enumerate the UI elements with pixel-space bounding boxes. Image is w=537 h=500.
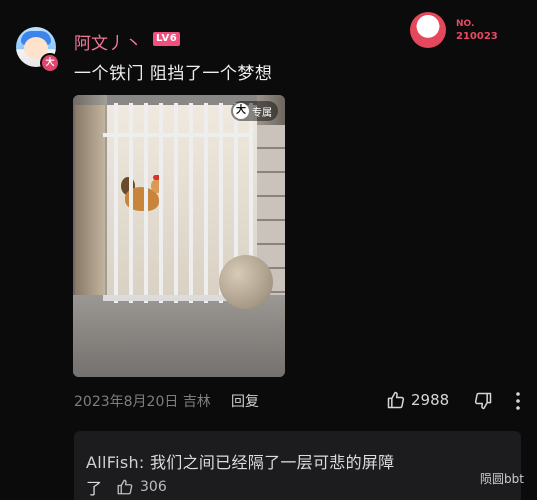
username[interactable]: 阿文丿丶 [74, 29, 142, 54]
fan-mascot-icon [410, 12, 446, 48]
thumbs-up-icon [387, 391, 405, 409]
comment-meta: 2023年8月20日 吉林 [74, 391, 211, 411]
reply-text-line1: 我们之间已经隔了一层可悲的屏障 [144, 453, 395, 472]
video-gate-rail-top [103, 133, 253, 137]
watermark: 陨圆bbt [480, 472, 524, 486]
video-thumbnail[interactable]: 大 专属 [73, 95, 285, 377]
reply-footer: 了 306 [86, 475, 167, 499]
video-ball [219, 255, 273, 309]
reply-like-count: 306 [140, 479, 167, 495]
reply-text: AllFish: 我们之间已经隔了一层可悲的屏障 [86, 449, 394, 473]
exclusive-label: 专属 [252, 107, 272, 119]
fan-badge-label: NO. [456, 19, 475, 29]
reply-button[interactable]: 回复 [231, 391, 259, 411]
more-vertical-icon[interactable] [510, 389, 526, 413]
comment-date: 2023年8月20日 [74, 394, 179, 410]
reply-preview[interactable]: AllFish: 我们之间已经隔了一层可悲的屏障 了 306 [74, 431, 521, 500]
avatar-badge: 大 [40, 53, 60, 73]
reply-author[interactable]: AllFish: [86, 453, 145, 472]
like-button[interactable]: 2988 [386, 390, 449, 410]
exclusive-badge: 大 专属 [231, 101, 278, 121]
comment-text: 一个铁门 阻挡了一个梦想 [74, 64, 273, 84]
exclusive-icon: 大 [233, 103, 249, 119]
fan-medal-badge[interactable]: NO. 210023 [410, 12, 500, 48]
thumbs-down-icon[interactable] [473, 391, 493, 411]
level-badge: LV6 [153, 32, 181, 46]
reply-text-line2: 了 [86, 479, 103, 498]
like-count: 2988 [411, 391, 450, 409]
comment-location: 吉林 [182, 394, 211, 410]
reply-thumbs-up-icon[interactable] [116, 478, 134, 496]
fan-badge-number: 210023 [456, 31, 498, 42]
